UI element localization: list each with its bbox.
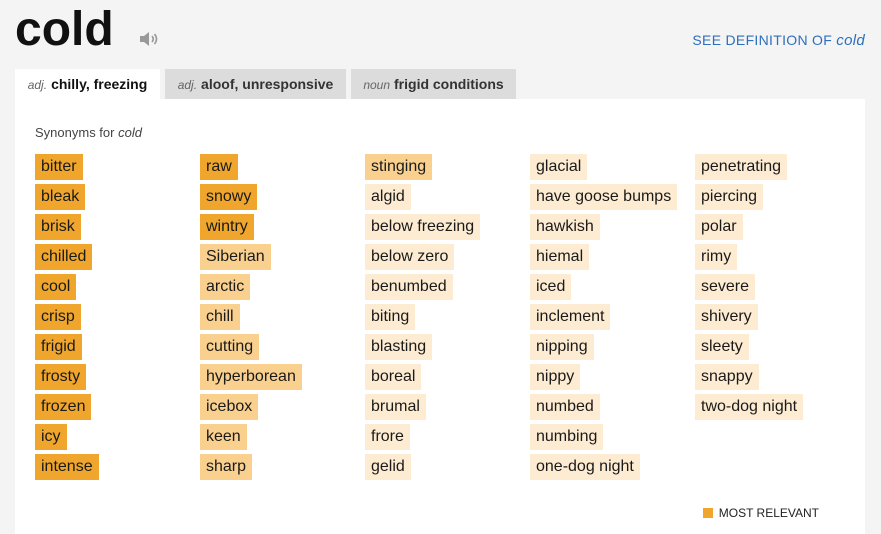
synonym-chip[interactable]: gelid	[365, 454, 411, 480]
synonym-chip[interactable]: Siberian	[200, 244, 271, 270]
tab-chilly-freezing[interactable]: adj. chilly, freezing	[15, 69, 160, 99]
synonym-chip[interactable]: penetrating	[695, 154, 788, 180]
synonyms-panel: Synonyms for cold bitter bleak brisk chille…	[15, 99, 865, 534]
synonym-chip[interactable]: sleety	[695, 334, 749, 360]
synonym-chip[interactable]: raw	[200, 154, 238, 180]
tab-label: chilly, freezing	[51, 76, 148, 92]
synonym-chip[interactable]: hyperborean	[200, 364, 302, 390]
synonym-chip[interactable]: algid	[365, 184, 411, 210]
synonym-chip[interactable]: piercing	[695, 184, 764, 210]
synonym-chip[interactable]: below zero	[365, 244, 455, 270]
synonym-chip[interactable]: two-dog night	[695, 394, 804, 420]
synonym-chip[interactable]: one-dog night	[530, 454, 640, 480]
synonym-chip[interactable]: icy	[35, 424, 67, 450]
synonym-chip[interactable]: snappy	[695, 364, 759, 390]
see-definition-word: cold	[836, 32, 865, 49]
synonym-chip[interactable]: snowy	[200, 184, 258, 210]
synonyms-heading-word: cold	[118, 125, 142, 140]
tab-pos: noun	[363, 78, 391, 92]
synonym-chip[interactable]: bitter	[35, 154, 83, 180]
synonym-column: raw snowy wintry Siberian arctic chill cutting…	[200, 154, 302, 484]
synonym-chip[interactable]: iced	[530, 274, 572, 300]
synonym-chip[interactable]: arctic	[200, 274, 251, 300]
synonym-column: glacial have goose bumps hawkish hiemal iced…	[530, 154, 678, 484]
synonym-column: penetrating piercing polar rimy severe shiver…	[695, 154, 804, 424]
headword: cold	[15, 3, 114, 56]
legend-swatch	[702, 508, 713, 518]
synonym-chip[interactable]: inclement	[530, 304, 611, 330]
synonym-chip[interactable]: icebox	[200, 394, 259, 420]
synonyms-heading: Synonyms for cold	[35, 125, 142, 140]
tab-label: frigid conditions	[394, 76, 504, 92]
synonym-chip[interactable]: shivery	[695, 304, 758, 330]
tab-aloof-unresponsive[interactable]: adj. aloof, unresponsive	[165, 69, 346, 99]
synonyms-heading-prefix: Synonyms for	[35, 125, 119, 140]
synonym-chip[interactable]: glacial	[530, 154, 588, 180]
synonym-chip[interactable]: hiemal	[530, 244, 590, 270]
speaker-icon[interactable]	[137, 27, 161, 51]
tab-frigid-conditions[interactable]: noun frigid conditions	[351, 69, 516, 99]
synonym-chip[interactable]: rimy	[695, 244, 738, 270]
synonym-chip[interactable]: frore	[365, 424, 410, 450]
synonym-chip[interactable]: stinging	[365, 154, 433, 180]
relevance-legend: MOST RELEVANT	[702, 506, 819, 520]
see-definition-link[interactable]: SEE DEFINITION OF cold	[692, 32, 865, 49]
synonym-chip[interactable]: polar	[695, 214, 743, 240]
synonym-chip[interactable]: cool	[35, 274, 77, 300]
synonym-chip[interactable]: frozen	[35, 394, 92, 420]
synonym-chip[interactable]: crisp	[35, 304, 81, 330]
see-definition-prefix: SEE DEFINITION OF	[692, 32, 837, 48]
synonym-chip[interactable]: keen	[200, 424, 247, 450]
legend-label: MOST RELEVANT	[718, 506, 819, 520]
synonym-chip[interactable]: hawkish	[530, 214, 600, 240]
synonym-chip[interactable]: chilled	[35, 244, 93, 270]
synonym-chip[interactable]: nipping	[530, 334, 594, 360]
synonym-chip[interactable]: brumal	[365, 394, 426, 420]
synonym-chip[interactable]: have goose bumps	[530, 184, 678, 210]
synonym-chip[interactable]: numbing	[530, 424, 604, 450]
synonym-chip[interactable]: chill	[200, 304, 240, 330]
synonym-chip[interactable]: wintry	[200, 214, 254, 240]
synonym-chip[interactable]: numbed	[530, 394, 600, 420]
tab-pos: adj.	[27, 78, 48, 92]
synonym-chip[interactable]: intense	[35, 454, 99, 480]
synonym-chip[interactable]: bleak	[35, 184, 86, 210]
synonym-chip[interactable]: cutting	[200, 334, 260, 360]
synonym-chip[interactable]: blasting	[365, 334, 433, 360]
synonym-chip[interactable]: benumbed	[365, 274, 453, 300]
synonym-chip[interactable]: sharp	[200, 454, 253, 480]
synonym-chip[interactable]: boreal	[365, 364, 422, 390]
synonym-chip[interactable]: nippy	[530, 364, 581, 390]
synonym-chip[interactable]: frigid	[35, 334, 82, 360]
tab-pos: adj.	[177, 78, 198, 92]
synonym-column: bitter bleak brisk chilled cool crisp frigid fr…	[35, 154, 99, 484]
synonym-column: stinging algid below freezing below zero ben…	[365, 154, 481, 484]
synonym-chip[interactable]: frosty	[35, 364, 87, 390]
synonym-chip[interactable]: below freezing	[365, 214, 481, 240]
tab-label: aloof, unresponsive	[201, 76, 334, 92]
synonym-chip[interactable]: severe	[695, 274, 756, 300]
synonym-chip[interactable]: biting	[365, 304, 416, 330]
synonym-chip[interactable]: brisk	[35, 214, 81, 240]
